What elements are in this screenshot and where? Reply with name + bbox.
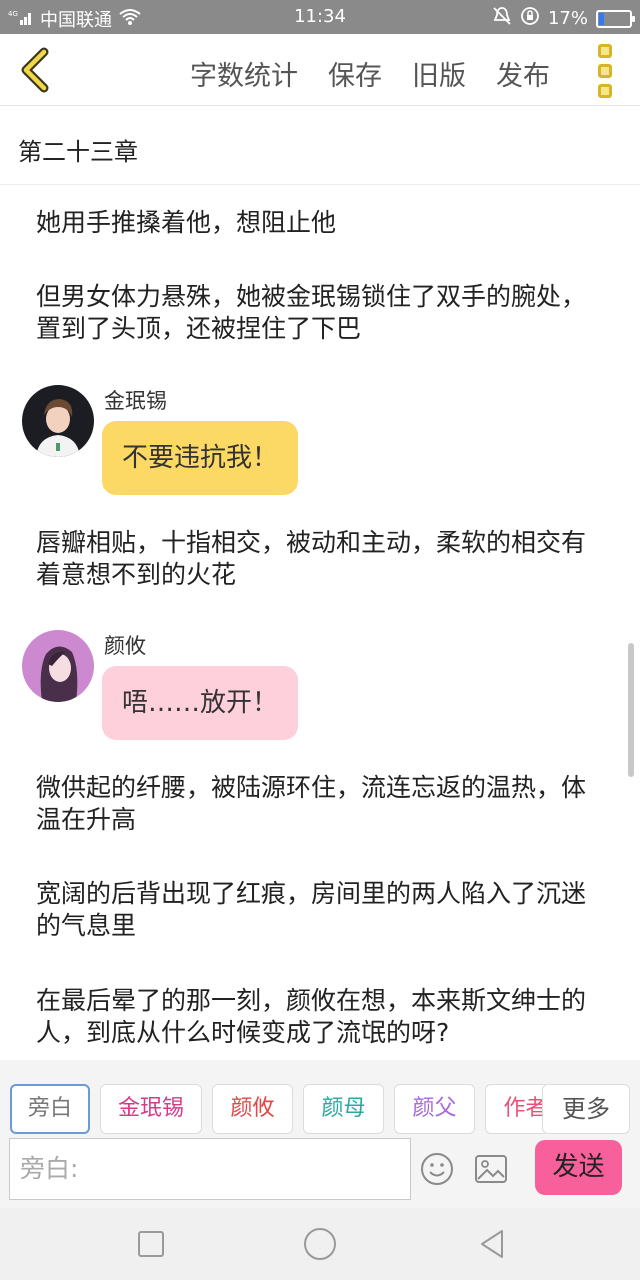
system-nav-bar bbox=[0, 1208, 640, 1280]
home-icon[interactable] bbox=[302, 1226, 338, 1262]
narration-paragraph: 宽阔的后背出现了红痕，房间里的两人陷入了沉迷的气息里 bbox=[36, 879, 587, 940]
toolbar-actions: 字数统计 保存 旧版 发布 bbox=[190, 54, 550, 93]
image-button[interactable] bbox=[474, 1154, 508, 1184]
image-icon bbox=[475, 1155, 507, 1183]
recents-icon[interactable] bbox=[133, 1226, 169, 1262]
battery-percent: 17% bbox=[547, 8, 588, 29]
narration-paragraph: 唇瓣相贴，十指相交，被动和主动，柔软的相交有着意想不到的火花 bbox=[36, 528, 587, 589]
chapter-title[interactable]: 第二十三章 bbox=[18, 132, 138, 167]
scrollbar[interactable] bbox=[628, 643, 634, 777]
battery-icon bbox=[596, 9, 635, 28]
role-tab[interactable]: 金珉锡 bbox=[100, 1084, 202, 1134]
message-bubble[interactable]: 不要违抗我！ bbox=[102, 421, 299, 495]
publish-button[interactable]: 发布 bbox=[496, 54, 550, 93]
role-tab[interactable]: 旁白 bbox=[10, 1084, 90, 1134]
more-roles-button[interactable]: 更多 bbox=[542, 1084, 630, 1134]
rotation-lock-icon bbox=[520, 6, 540, 31]
narration-paragraph: 在最后晕了的那一刻，颜攸在想，本来斯文绅士的人，到底从什么时候变成了流氓的呀? bbox=[36, 986, 587, 1047]
emoji-button[interactable] bbox=[420, 1152, 454, 1186]
narration-paragraph: 微供起的纤腰，被陆源环住，流连忘返的温热，体温在升高 bbox=[36, 773, 587, 834]
message-input[interactable]: 旁白: bbox=[9, 1138, 411, 1200]
role-tab[interactable]: 颜攸 bbox=[212, 1084, 293, 1134]
sender-name: 颜攸 bbox=[104, 634, 146, 658]
old-version-button[interactable]: 旧版 bbox=[412, 54, 466, 93]
compose-area: 旁白 金珉锡 颜攸 颜母 颜父 作者 更多 旁白: 发送 bbox=[0, 1060, 640, 1208]
editor-toolbar: 字数统计 保存 旧版 发布 bbox=[0, 34, 640, 106]
avatar[interactable] bbox=[22, 385, 94, 457]
more-menu-button[interactable] bbox=[592, 44, 618, 98]
message-bubble[interactable]: 唔……放开！ bbox=[102, 666, 299, 740]
story-content[interactable]: 她用手推搡着他，想阻止他 但男女体力悬殊，她被金珉锡锁住了双手的腕处，置到了头顶… bbox=[0, 185, 640, 1060]
role-selector: 旁白 金珉锡 颜攸 颜母 颜父 作者 bbox=[10, 1084, 545, 1134]
status-bar: 4G 中国联通 11:34 17% bbox=[0, 0, 640, 34]
status-right: 17% bbox=[492, 6, 635, 31]
word-count-button[interactable]: 字数统计 bbox=[190, 54, 298, 93]
role-tab[interactable]: 颜父 bbox=[394, 1084, 475, 1134]
narration-paragraph: 她用手推搡着他，想阻止他 bbox=[36, 208, 337, 237]
back-icon[interactable] bbox=[474, 1226, 510, 1262]
save-button[interactable]: 保存 bbox=[328, 54, 382, 93]
back-button[interactable] bbox=[14, 46, 58, 94]
role-tab[interactable]: 颜母 bbox=[303, 1084, 384, 1134]
chat-message[interactable]: 金珉锡 不要违抗我！ bbox=[22, 385, 622, 500]
narration-paragraph: 但男女体力悬殊，她被金珉锡锁住了双手的腕处，置到了头顶，还被捏住了下巴 bbox=[36, 282, 587, 343]
chat-message[interactable]: 颜攸 唔……放开！ bbox=[22, 630, 622, 745]
smiley-icon bbox=[421, 1153, 453, 1185]
menu-dot-icon bbox=[598, 44, 612, 58]
avatar[interactable] bbox=[22, 630, 94, 702]
send-button[interactable]: 发送 bbox=[535, 1140, 622, 1195]
sender-name: 金珉锡 bbox=[104, 389, 167, 413]
menu-dot-icon bbox=[598, 84, 612, 98]
mute-icon bbox=[492, 6, 512, 31]
menu-dot-icon bbox=[598, 64, 612, 78]
battery-fill bbox=[599, 12, 604, 25]
role-tab[interactable]: 作者 bbox=[485, 1084, 545, 1134]
chevron-left-icon bbox=[21, 47, 49, 93]
chapter-header: 第二十三章 bbox=[0, 106, 640, 185]
